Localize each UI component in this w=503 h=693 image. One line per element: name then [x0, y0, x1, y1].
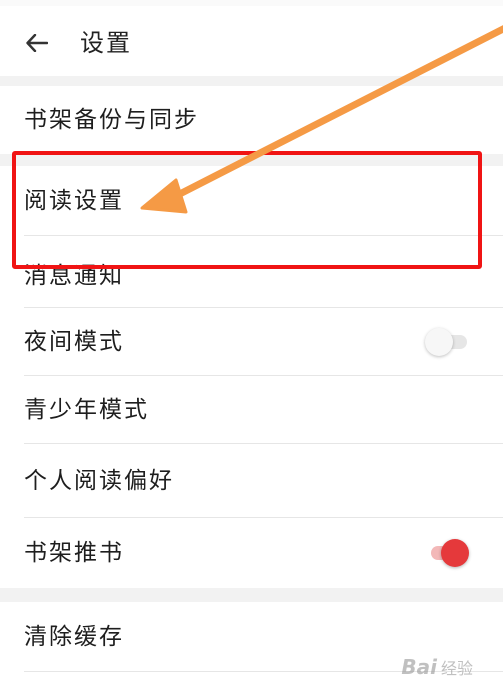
row-divider — [24, 671, 503, 672]
setting-clear-cache[interactable]: 清除缓存 — [0, 602, 503, 672]
setting-notifications[interactable]: 消息通知 — [0, 236, 503, 308]
setting-label: 书架推书 — [24, 540, 124, 566]
setting-label: 青少年模式 — [24, 397, 149, 423]
bookshelf-recommend-toggle[interactable] — [425, 539, 469, 567]
setting-reading-settings[interactable]: 阅读设置 — [0, 166, 503, 236]
section-gap — [0, 76, 503, 86]
setting-label: 夜间模式 — [24, 329, 124, 355]
section-gap — [0, 588, 503, 602]
setting-personal-preferences[interactable]: 个人阅读偏好 — [0, 444, 503, 518]
setting-label: 清除缓存 — [24, 624, 124, 650]
setting-label: 消息通知 — [24, 263, 124, 289]
setting-night-mode[interactable]: 夜间模式 — [0, 308, 503, 376]
setting-teen-mode[interactable]: 青少年模式 — [0, 376, 503, 444]
back-button[interactable] — [14, 22, 54, 62]
header-bar: 设置 — [0, 6, 503, 76]
settings-screen: 设置 书架备份与同步 阅读设置 消息通知 夜间模式 青少年模式 个人阅读偏好 书… — [0, 0, 503, 693]
toggle-knob — [425, 328, 453, 356]
back-arrow-icon — [26, 34, 48, 52]
setting-bookshelf-backup[interactable]: 书架备份与同步 — [0, 86, 503, 154]
section-gap — [0, 154, 503, 166]
page-title: 设置 — [80, 29, 132, 57]
setting-bookshelf-recommend[interactable]: 书架推书 — [0, 518, 503, 588]
setting-label: 书架备份与同步 — [24, 107, 199, 133]
setting-label: 个人阅读偏好 — [24, 468, 174, 494]
night-mode-toggle[interactable] — [425, 328, 469, 356]
setting-label: 阅读设置 — [24, 188, 124, 214]
toggle-knob — [441, 539, 469, 567]
